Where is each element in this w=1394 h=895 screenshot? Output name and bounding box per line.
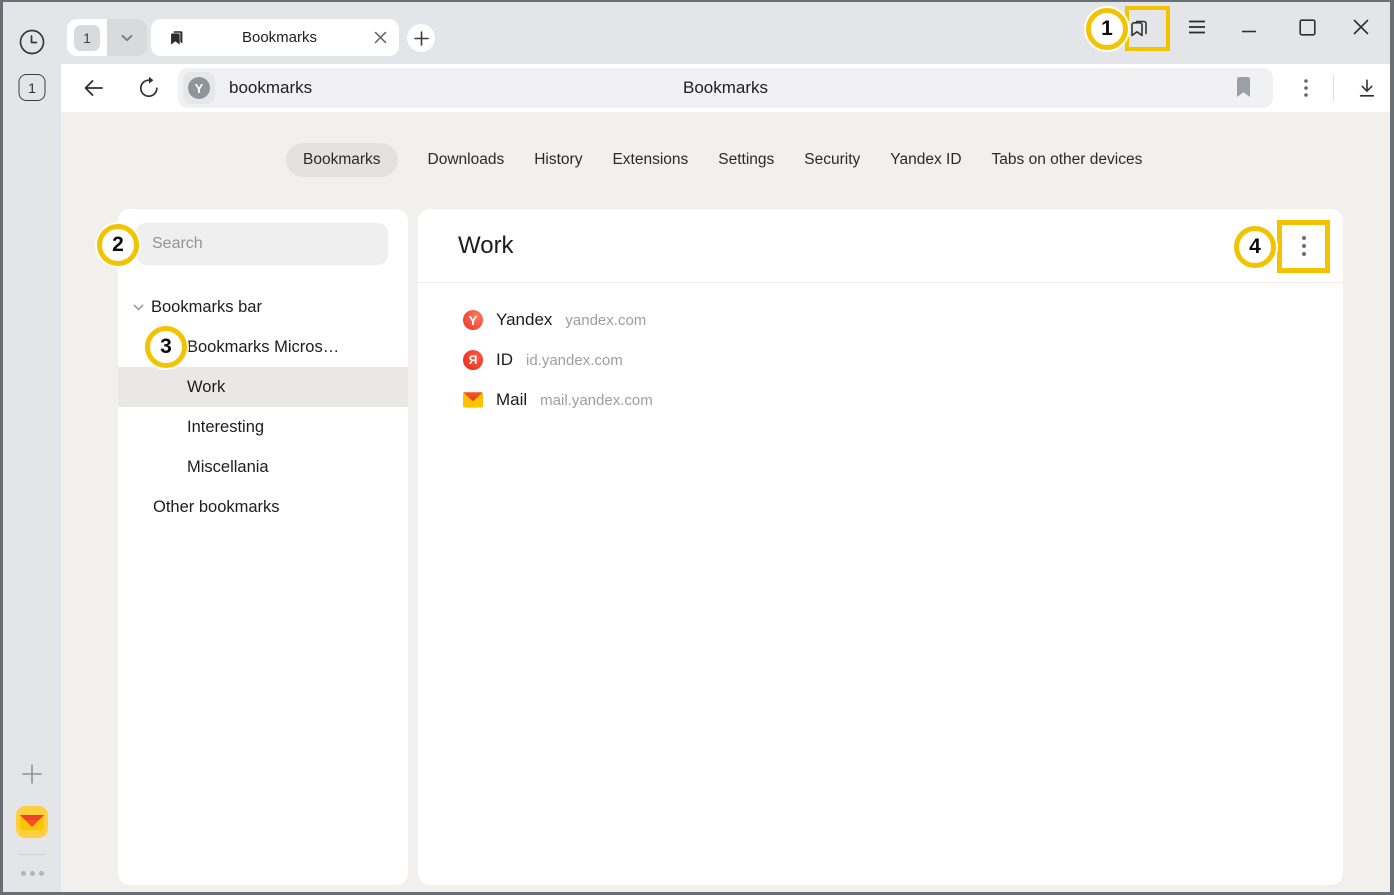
tab-other-devices[interactable]: Tabs on other devices xyxy=(992,143,1143,177)
tab-security[interactable]: Security xyxy=(804,143,860,177)
tree-item-other-bookmarks[interactable]: Other bookmarks xyxy=(118,487,408,527)
bookmark-row-mail[interactable]: Mail mail.yandex.com xyxy=(418,380,1343,420)
tab-group-counter[interactable]: 1 xyxy=(67,19,107,56)
bookmarks-panel-toolbar-icon[interactable] xyxy=(1120,9,1158,47)
chevron-down-icon xyxy=(121,34,133,42)
tree-item-bookmarks-bar[interactable]: Bookmarks bar xyxy=(118,287,408,327)
rail-more-dots-icon[interactable] xyxy=(17,866,47,880)
tab-bookmarks[interactable]: Bookmarks xyxy=(286,143,398,177)
toolbar-divider xyxy=(1333,74,1334,102)
add-panel-plus-icon[interactable] xyxy=(18,760,46,788)
tab-group: 1 xyxy=(67,19,147,56)
yandex-favicon: Y xyxy=(463,310,483,330)
browser-window: 1 1 xyxy=(0,0,1394,895)
page-nav-tabs: Bookmarks Downloads History Extensions S… xyxy=(286,143,1142,177)
close-button[interactable] xyxy=(1346,12,1376,42)
tab-group-chevron-button[interactable] xyxy=(107,19,147,56)
folder-menu-button[interactable] xyxy=(1284,226,1324,266)
yandex-id-favicon: Я xyxy=(463,350,483,370)
rail-divider xyxy=(19,854,45,855)
tab-yandex-id[interactable]: Yandex ID xyxy=(890,143,961,177)
mail-favicon xyxy=(463,390,483,410)
bookmarks-page: Bookmarks Downloads History Extensions S… xyxy=(61,112,1390,892)
yandex-mail-app-icon[interactable] xyxy=(16,806,48,838)
page-favicon: Y xyxy=(183,72,215,104)
tab-bar: 1 Bookmarks xyxy=(61,2,1390,64)
tab-counter-value: 1 xyxy=(28,80,36,96)
back-button[interactable] xyxy=(79,74,107,102)
tab-title: Bookmarks xyxy=(185,29,374,46)
folders-sidebar: Bookmarks bar Bookmarks Micros… Work Int… xyxy=(118,209,408,885)
bookmark-row-yandex[interactable]: Y Yandex yandex.com xyxy=(418,300,1343,340)
bookmark-tab-icon xyxy=(167,29,185,47)
tab-group-count: 1 xyxy=(83,30,91,46)
tree-item-work[interactable]: Work xyxy=(118,367,408,407)
address-url[interactable]: bookmarks xyxy=(229,68,312,108)
bookmark-list: Y Yandex yandex.com Я ID id.yandex.com xyxy=(418,300,1343,420)
toolbar-more-icon[interactable] xyxy=(1292,74,1320,102)
folder-tree: Bookmarks bar Bookmarks Micros… Work Int… xyxy=(118,287,408,527)
reload-button[interactable] xyxy=(135,74,163,102)
tab-close-icon[interactable] xyxy=(374,31,387,44)
tab-downloads[interactable]: Downloads xyxy=(428,143,505,177)
bookmark-url: id.yandex.com xyxy=(526,352,623,369)
bookmark-row-id[interactable]: Я ID id.yandex.com xyxy=(418,340,1343,380)
bookmark-name: Yandex xyxy=(496,310,552,330)
active-tab[interactable]: Bookmarks xyxy=(151,19,399,56)
tree-item-miscellania[interactable]: Miscellania xyxy=(118,447,408,487)
maximize-button[interactable] xyxy=(1292,12,1322,42)
bookmark-url: yandex.com xyxy=(565,312,646,329)
tree-item-interesting[interactable]: Interesting xyxy=(118,407,408,447)
chevron-down-icon xyxy=(133,304,144,311)
address-page-title: Bookmarks xyxy=(178,68,1273,108)
left-rail: 1 xyxy=(3,2,61,892)
sidebar-search-input[interactable] xyxy=(136,223,388,265)
folder-header: Work xyxy=(418,209,1343,283)
bookmark-url: mail.yandex.com xyxy=(540,392,653,409)
tab-counter-button[interactable]: 1 xyxy=(19,74,46,101)
tab-settings[interactable]: Settings xyxy=(718,143,774,177)
tab-extensions[interactable]: Extensions xyxy=(612,143,688,177)
minimize-button[interactable] xyxy=(1234,12,1264,42)
browser-menu-icon[interactable] xyxy=(1182,12,1212,42)
bookmark-name: Mail xyxy=(496,390,527,410)
address-bar[interactable]: Y bookmarks Bookmarks xyxy=(178,68,1273,108)
tree-item-bookmarks-micros[interactable]: Bookmarks Micros… xyxy=(118,327,408,367)
plus-icon xyxy=(414,31,429,46)
toolbar: Y bookmarks Bookmarks xyxy=(61,64,1390,112)
new-tab-button[interactable] xyxy=(407,24,435,52)
history-clock-icon[interactable] xyxy=(18,28,46,56)
folder-title: Work xyxy=(458,209,514,283)
bookmark-name: ID xyxy=(496,350,513,370)
folder-content-panel: Work Y Yandex yandex.com xyxy=(418,209,1343,885)
bookmark-flag-icon[interactable] xyxy=(1236,77,1251,98)
tab-history[interactable]: History xyxy=(534,143,582,177)
downloads-icon[interactable] xyxy=(1353,74,1381,102)
